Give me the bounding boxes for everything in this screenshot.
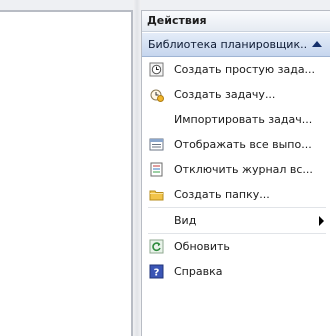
new-folder-icon	[149, 190, 164, 201]
action-label: Справка	[174, 265, 223, 278]
action-label: Вид	[174, 214, 197, 227]
action-help[interactable]: ? Справка	[142, 259, 330, 284]
action-label: Создать простую зада...	[174, 63, 316, 76]
action-refresh[interactable]: Обновить	[142, 234, 330, 259]
create-task-icon	[150, 89, 164, 102]
submenu-arrow-icon	[319, 216, 324, 226]
section-header-scheduler-library[interactable]: Библиотека планировщик...	[142, 32, 330, 57]
action-label: Отображать все выпо...	[174, 138, 312, 151]
help-icon: ?	[149, 264, 164, 279]
action-label: Создать задачу...	[174, 88, 276, 101]
action-create-basic-task[interactable]: Создать простую зада...	[142, 57, 330, 82]
section-header-label: Библиотека планировщик...	[148, 38, 308, 51]
action-display-running-tasks[interactable]: Отображать все выпо...	[142, 132, 330, 157]
left-pane	[0, 10, 133, 336]
action-create-task[interactable]: Создать задачу...	[142, 82, 330, 107]
action-label: Обновить	[174, 240, 230, 253]
refresh-icon	[149, 239, 164, 254]
actions-pane-title: Действия	[142, 11, 330, 32]
action-view[interactable]: Вид	[142, 208, 330, 233]
collapse-arrow-icon[interactable]	[312, 41, 322, 47]
action-new-folder[interactable]: Создать папку...	[142, 182, 330, 207]
action-label: Отключить журнал вс...	[174, 163, 313, 176]
display-running-tasks-icon	[149, 138, 164, 151]
actions-pane: Действия Библиотека планировщик... Созда…	[141, 10, 330, 336]
history-log-icon	[150, 162, 163, 177]
action-label: Создать папку...	[174, 188, 270, 201]
action-disable-history-log[interactable]: Отключить журнал вс...	[142, 157, 330, 182]
pane-splitter[interactable]	[133, 0, 141, 336]
svg-text:?: ?	[154, 268, 160, 279]
action-label: Импортировать задач...	[174, 113, 313, 126]
create-basic-task-icon	[149, 62, 164, 77]
action-import-task[interactable]: Импортировать задач...	[142, 107, 330, 132]
